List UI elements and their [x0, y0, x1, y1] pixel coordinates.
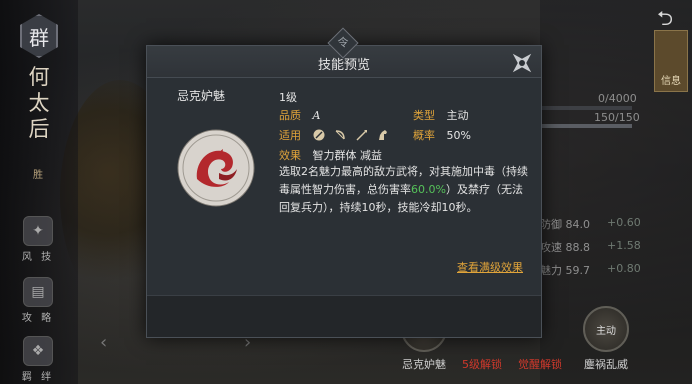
spear-icon	[355, 130, 367, 141]
close-button[interactable]	[507, 48, 537, 78]
type-label: 类型	[413, 109, 435, 122]
skill-slot-label: 觉醒解锁	[518, 358, 562, 371]
stat-value: 84.0	[565, 218, 591, 231]
rate-label: 概率	[413, 129, 435, 142]
view-full-level-link[interactable]: 查看满级效果	[457, 259, 523, 275]
stat-bar	[540, 124, 632, 128]
rate-value: 50%	[446, 129, 471, 142]
hero-name-char: 后	[28, 117, 50, 141]
stat-plus: +0.60	[607, 216, 641, 229]
info-tab[interactable]: 信息	[654, 30, 688, 92]
faction-label: 群	[29, 25, 49, 50]
skill-description: 选取2名魅力最高的敌方武将，对其施加中毒（持续毒属性智力伤害，总伤害率60.0%…	[279, 163, 531, 217]
crest-label: 令	[337, 36, 349, 49]
left-menu-guide[interactable]: ▤ 攻 略	[20, 277, 56, 324]
left-menu-label: 攻 略	[21, 313, 55, 324]
left-menu-label: 风 技	[21, 252, 55, 263]
scroll-icon: ▤	[23, 277, 53, 307]
skill-badge: 主动	[596, 325, 616, 337]
stat-label: 攻速	[540, 241, 562, 254]
skill-slot-label: 5级解锁	[462, 358, 502, 371]
stat-bar-text: 150/150	[594, 111, 640, 124]
effect-label: 效果	[279, 149, 301, 162]
effect-value: 智力群体 减益	[312, 149, 383, 162]
skill-slot-label: 鏖祸乱威	[584, 358, 628, 371]
wind-icon: ✦	[23, 216, 53, 246]
stat-plus: +1.58	[607, 239, 641, 252]
hero-name: 何 太 后	[27, 64, 51, 142]
bond-icon: ❖	[23, 336, 53, 366]
stat-row: 攻速 88.8 +1.58	[540, 239, 641, 255]
hero-name-char: 何	[28, 65, 50, 89]
back-arrow-icon[interactable]: ⮌	[648, 4, 682, 30]
stat-bar	[540, 106, 632, 110]
skill-preview-dialog: 技能预览 令 忌克妒魅 1级 品质 A 类型 主动 适用 概率 50% 效果 智…	[146, 27, 542, 338]
stat-label: 防御	[540, 218, 562, 231]
stat-label: 魅力	[540, 264, 562, 277]
hero-name-char: 太	[28, 91, 50, 115]
quality-row: 品质 A	[279, 107, 320, 123]
left-menu-skill[interactable]: ✦ 风 技	[20, 216, 56, 263]
skill-slot[interactable]: 主动 鏖祸乱威	[578, 306, 634, 376]
stat-value: 59.7	[565, 264, 591, 277]
quality-label: 品质	[279, 109, 301, 122]
type-row: 类型 主动	[413, 107, 469, 123]
stat-row: 防御 84.0 +0.60	[540, 216, 641, 232]
hero-sub-label: 胜	[33, 170, 43, 181]
skill-emblem-icon	[177, 129, 255, 207]
left-menu-bond[interactable]: ❖ 羁 绊	[20, 336, 56, 383]
stat-value: 88.8	[565, 241, 591, 254]
skill-level: 1级	[279, 91, 297, 104]
quality-value: A	[312, 109, 321, 122]
type-value: 主动	[446, 109, 469, 122]
horse-icon	[379, 130, 387, 140]
suitable-label: 适用	[279, 129, 301, 142]
effect-row: 效果 智力群体 减益	[279, 147, 382, 163]
close-icon	[512, 53, 532, 73]
info-tab-label: 信息	[661, 76, 681, 87]
damage-rate-highlight: 60.0%	[411, 183, 446, 196]
bow-icon	[335, 130, 345, 140]
skill-slot-label: 忌克妒魅	[402, 358, 446, 371]
stat-plus: +0.80	[607, 262, 641, 275]
stat-row: 魅力 59.7 +0.80	[540, 262, 641, 278]
suitable-row: 适用	[279, 127, 395, 143]
stat-bar-text: 0/4000	[598, 92, 637, 105]
skill-name: 忌克妒魅	[177, 89, 226, 103]
rate-row: 概率 50%	[413, 127, 471, 143]
skill-slot-icon: 主动	[583, 306, 629, 352]
dialog-footer	[147, 295, 541, 337]
chevron-left-icon[interactable]: ‹	[100, 332, 107, 353]
left-menu-label: 羁 绊	[21, 372, 55, 383]
shield-icon	[313, 129, 324, 141]
